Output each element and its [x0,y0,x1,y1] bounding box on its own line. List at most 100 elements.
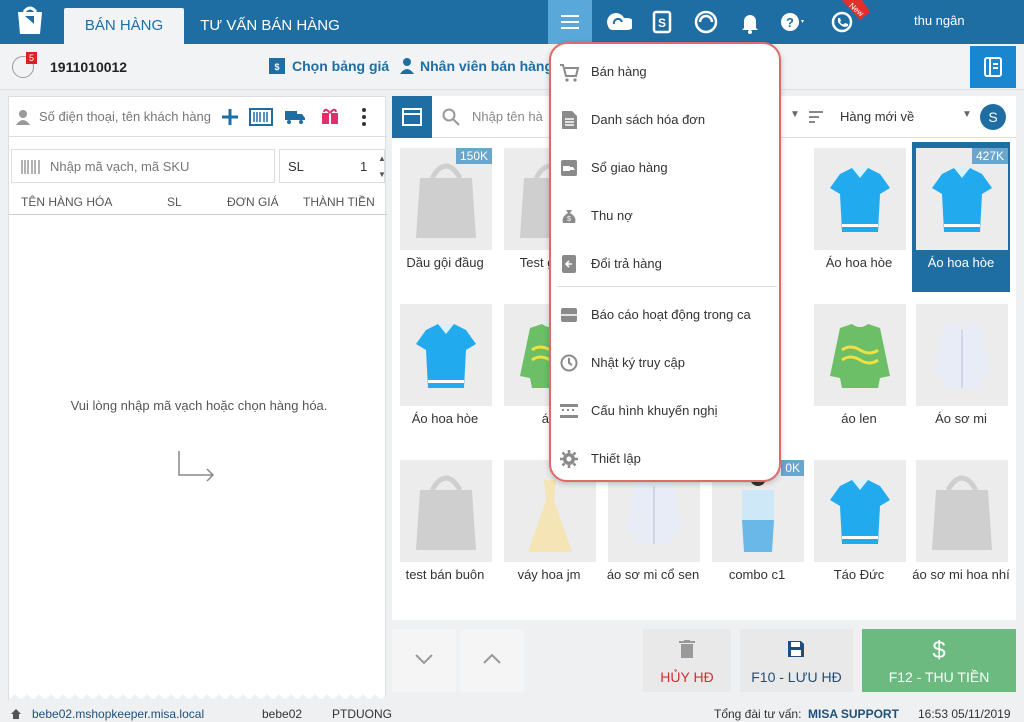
cancel-label: HỦY HĐ [660,669,714,685]
menu-item-nhat-ky-truy-cap[interactable]: Nhật ký truy cập [551,343,779,383]
top-bar: BÁN HÀNG TƯ VẤN BÁN HÀNG S ? New thu ngâ… [0,0,1024,44]
product-card[interactable]: áo sơ mi hoa nhí [912,454,1010,604]
save-icon [788,641,804,657]
order-number: 1911010012 [50,59,128,75]
product-image-shirt-blue [814,460,906,562]
menu-item-label: Sổ giao hàng [591,160,668,175]
price-list-icon: $ [269,58,285,74]
quantity-down-icon[interactable]: ▼ [378,170,386,179]
menu-item-label: Cấu hình khuyến nghị [591,403,718,418]
scroll-down-button[interactable] [392,629,456,692]
gift-icon[interactable] [321,107,339,125]
category-dropdown-icon[interactable]: ▼ [790,109,800,120]
status-support[interactable]: MISA SUPPORT [808,707,899,721]
col-unit-price: ĐƠN GIÁ [227,195,279,209]
product-card[interactable]: Áo sơ mi [912,298,1010,448]
menu-item-label: Báo cáo hoạt động trong ca [591,307,751,322]
cashbook-icon[interactable]: S [648,8,676,36]
product-card[interactable]: 427K Áo hoa hòe [912,142,1010,292]
barcode-scan-icon[interactable] [249,108,273,126]
product-search-input[interactable]: Nhập tên hà [472,109,543,124]
status-domain[interactable]: bebe02.mshopkeeper.misa.local [32,707,204,721]
customer-search-input[interactable]: Số điện thoại, tên khách hàng [39,109,211,124]
cart-icon [560,64,579,82]
save-label: F10 - LƯU HĐ [751,669,842,685]
price-tag: 427K [971,148,1008,164]
quantity-stepper[interactable]: SL 1 ▲ ▼ [279,149,386,183]
app-logo-icon [18,6,42,34]
menu-item-so-giao-hang[interactable]: Sổ giao hàng [551,148,779,188]
quantity-value[interactable]: 1 [360,159,367,174]
trash-icon [679,640,695,658]
menu-item-thiet-lap[interactable]: Thiết lập [551,439,779,479]
chevron-down-icon [415,654,433,665]
currency-button[interactable]: S [980,104,1006,130]
menu-item-cau-hinh-khuyen-nghi[interactable]: Cấu hình khuyến nghị [551,391,779,431]
cart-count-badge: 5 [26,52,38,64]
money-bag-icon: $ [562,210,576,223]
tab-ban-hang[interactable]: BÁN HÀNG [64,8,184,44]
customer-row: Số điện thoại, tên khách hàng [9,97,387,137]
sort-select[interactable]: Hàng mới về [840,109,914,124]
chevron-up-icon [483,653,501,664]
sort-dropdown-icon[interactable]: ▼ [962,109,972,120]
bell-icon[interactable] [736,8,764,36]
help-icon[interactable]: ? [778,8,806,36]
swirl-logo-icon[interactable] [692,8,720,36]
sku-input[interactable]: Nhập mã vạch, mã SKU [11,149,275,183]
staff-link[interactable]: Nhân viên bán hàng [420,58,553,74]
menu-button[interactable] [548,0,592,44]
menu-item-thu-no[interactable]: $ Thu nợ [551,196,779,236]
product-name: Dầu gội đầug [406,255,484,270]
menu-item-bao-cao-hoat-dong[interactable]: Báo cáo hoạt động trong ca [551,295,779,335]
menu-item-label: Bán hàng [591,64,647,79]
product-card[interactable]: Táo Đức [810,454,908,604]
status-bar: bebe02.mshopkeeper.misa.local bebe02 PTD… [0,706,1024,722]
person-icon [16,110,30,125]
product-name: Áo hoa hòe [825,255,893,270]
svg-text:$: $ [567,216,571,223]
view-toggle-button[interactable] [392,96,432,138]
menu-divider [557,286,777,287]
quantity-label: SL [288,159,304,174]
save-invoice-button[interactable]: F10 - LƯU HĐ [740,629,853,692]
menu-item-ban-hang[interactable]: Bán hàng [551,52,779,92]
more-options-icon[interactable] [361,107,367,127]
product-card[interactable]: Áo hoa hòe [810,142,908,292]
product-name: áo len [841,411,877,426]
add-customer-icon[interactable] [221,108,239,126]
product-card[interactable]: áo len [810,298,908,448]
price-list-link[interactable]: Chọn bảng giá [292,58,389,74]
product-name: Áo hoa hòe [927,255,995,270]
col-quantity: SL [167,195,182,209]
user-name[interactable]: thu ngân [914,13,965,28]
product-name: váy hoa jm [517,567,581,582]
window-icon [402,108,422,126]
quantity-up-icon[interactable]: ▲ [378,154,386,163]
delivery-truck-icon[interactable] [285,109,305,125]
product-card[interactable]: 150K Dầu gội đầug [396,142,494,292]
menu-item-danh-sach-hoa-don[interactable]: Danh sách hóa đơn [551,100,779,140]
gear-icon [560,450,578,468]
side-panel-button[interactable] [970,46,1016,88]
svg-text:?: ? [786,15,794,30]
menu-item-label: Danh sách hóa đơn [591,112,706,127]
col-item-name: TÊN HÀNG HÓA [21,195,113,209]
status-support-label: Tổng đài tư vấn: [714,707,802,721]
product-name: Táo Đức [833,567,885,582]
tab-tu-van-ban-hang[interactable]: TƯ VẤN BÁN HÀNG [190,8,350,44]
col-total: THÀNH TIỀN [303,195,375,209]
document-icon [562,111,577,129]
sync-icon[interactable] [604,8,632,36]
product-image-shirt-blue [400,304,492,406]
cancel-invoice-button[interactable]: HỦY HĐ [643,629,731,692]
dollar-icon: $ [932,637,946,664]
checkout-button[interactable]: $ F12 - THU TIỀN [862,629,1016,692]
status-datetime: 16:53 05/11/2019 [918,707,1011,721]
product-name: combo c1 [728,567,786,582]
price-tag: 150K [455,148,492,164]
scroll-up-button[interactable] [460,629,524,692]
product-card[interactable]: test bán buôn [396,454,494,604]
menu-item-doi-tra-hang[interactable]: Đổi trả hàng [551,244,779,284]
product-card[interactable]: Áo hoa hòe [396,298,494,448]
